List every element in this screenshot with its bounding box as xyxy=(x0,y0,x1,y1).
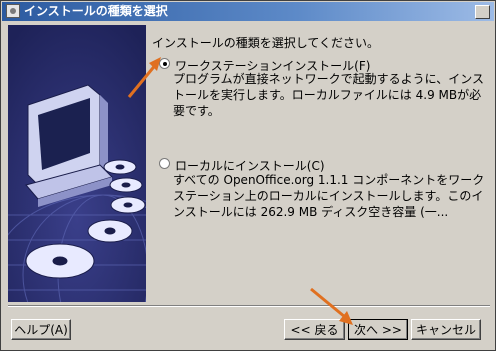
annotation-arrow-option xyxy=(127,57,161,98)
local-description: すべての OpenOffice.org 1.1.1 コンポーネントをワークステー… xyxy=(173,173,485,219)
window-title: インストールの種類を選択 xyxy=(24,4,168,18)
app-window-icon[interactable] xyxy=(6,4,20,18)
installer-dialog: インストールの種類を選択 インストールの種類を選択してください。 ワークステーシ… xyxy=(0,0,496,351)
next-button[interactable]: 次へ >> xyxy=(348,319,408,340)
computer-monitor-icon xyxy=(25,84,113,207)
workstation-description: プログラムが直接ネットワークで起動するように、インストールを実行します。ローカル… xyxy=(173,72,485,118)
annotation-arrow-next xyxy=(310,287,353,325)
title-bar: インストールの種類を選択 xyxy=(2,2,494,21)
page-heading: インストールの種類を選択してください。 xyxy=(152,36,380,50)
minimize-icon[interactable] xyxy=(475,5,490,19)
local-radio[interactable] xyxy=(159,158,170,169)
button-separator xyxy=(8,305,490,307)
help-button[interactable]: ヘルプ(A) xyxy=(11,319,71,340)
cancel-button[interactable]: キャンセル xyxy=(411,319,481,340)
